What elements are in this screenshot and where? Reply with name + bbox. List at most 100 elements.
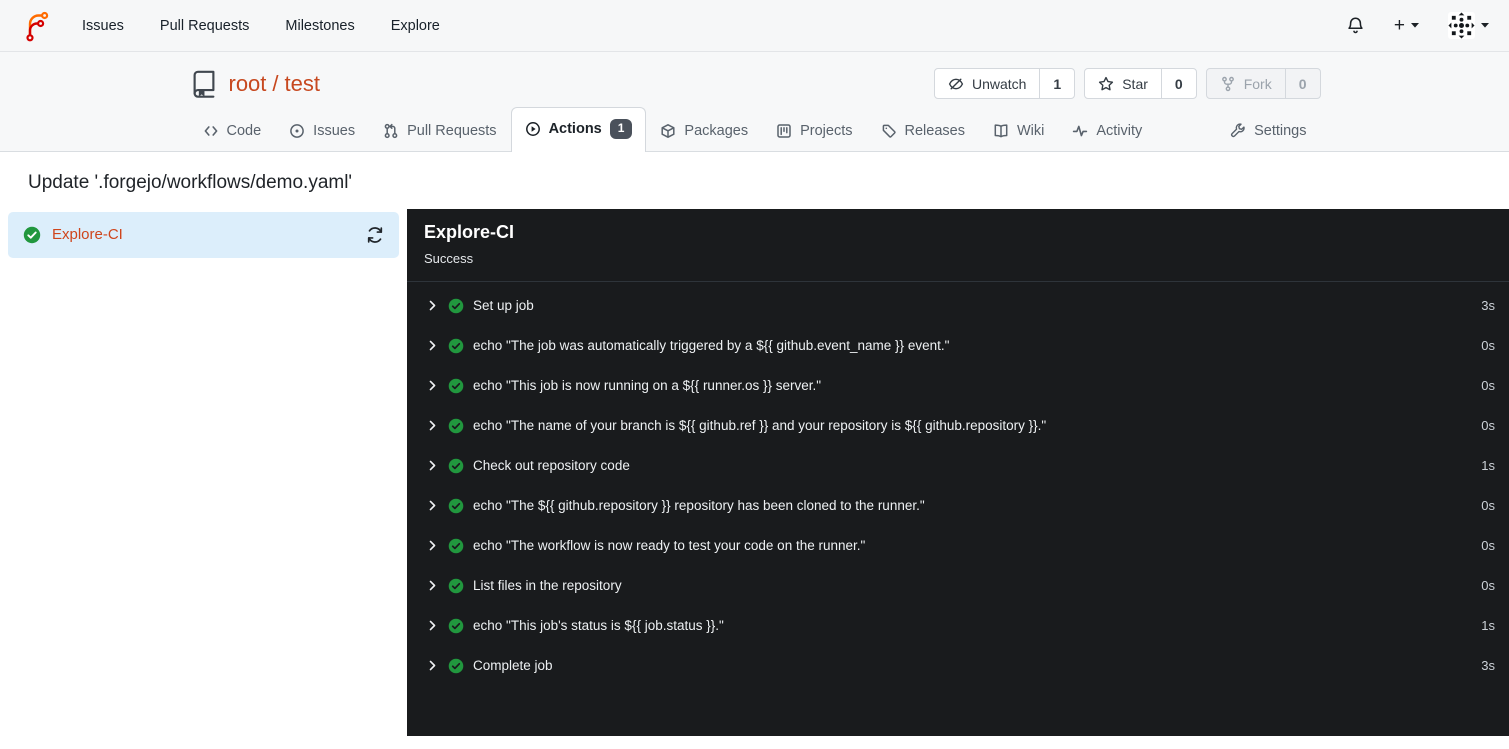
- chevron-right-icon: [429, 340, 436, 351]
- issue-opened-icon: [290, 123, 305, 138]
- check-circle-icon: [448, 618, 464, 633]
- plus-icon: +: [1393, 15, 1405, 36]
- step-name: echo "The ${{ github.repository }} repos…: [473, 498, 925, 514]
- nav-link-explore[interactable]: Explore: [391, 18, 440, 34]
- tab-packages[interactable]: Packages: [646, 111, 762, 151]
- tab-label: Code: [226, 122, 262, 139]
- star-button[interactable]: Star 0: [1084, 68, 1197, 99]
- step-row[interactable]: echo "This job's status is ${{ job.statu…: [407, 606, 1509, 646]
- tab-wiki[interactable]: Wiki: [979, 111, 1058, 151]
- check-circle-icon: [448, 378, 464, 393]
- step-duration: 3s: [1481, 298, 1495, 314]
- user-menu-button[interactable]: [1448, 12, 1489, 39]
- check-circle-icon: [448, 418, 464, 433]
- step-duration: 0s: [1481, 578, 1495, 594]
- wrench-icon: [1231, 122, 1245, 137]
- step-row[interactable]: echo "The ${{ github.repository }} repos…: [407, 486, 1509, 526]
- watchers-count[interactable]: 1: [1039, 69, 1074, 98]
- top-navbar: Issues Pull Requests Milestones Explore …: [0, 0, 1509, 52]
- nav-link-pull-requests[interactable]: Pull Requests: [160, 18, 249, 34]
- chevron-down-icon: [1411, 23, 1419, 28]
- step-name: Complete job: [473, 658, 553, 674]
- chevron-right-icon: [429, 300, 436, 311]
- pulse-icon: [1073, 125, 1088, 136]
- tab-label: Wiki: [1016, 122, 1045, 139]
- step-name: Set up job: [473, 298, 534, 314]
- step-name: echo "The workflow is now ready to test …: [473, 538, 866, 554]
- book-open-icon: [994, 123, 1008, 138]
- repo-tabs: Code Issues Pull Requests Actions 1 Pack…: [189, 107, 1321, 152]
- repo-action-buttons: Unwatch 1 Star 0 Fork 0: [933, 68, 1321, 99]
- job-steps-list: Set up job 3s echo "The job was automati…: [407, 282, 1509, 686]
- user-avatar: [1448, 12, 1475, 39]
- job-log-header: Explore-CI Success: [407, 209, 1509, 282]
- git-pull-request-icon: [384, 123, 398, 138]
- job-item-explore-ci[interactable]: Explore-CI: [8, 211, 399, 258]
- fork-button: Fork 0: [1205, 68, 1321, 99]
- tab-activity[interactable]: Activity: [1058, 111, 1156, 151]
- step-row[interactable]: Complete job 3s: [407, 646, 1509, 686]
- step-duration: 0s: [1481, 498, 1495, 514]
- notifications-bell-icon[interactable]: [1346, 16, 1365, 35]
- tab-issues[interactable]: Issues: [275, 111, 369, 151]
- star-label: Star: [1122, 75, 1148, 92]
- step-row[interactable]: echo "The name of your branch is ${{ git…: [407, 406, 1509, 446]
- fork-label: Fork: [1243, 75, 1272, 92]
- job-log-panel: Explore-CI Success Set up job 3s echo "T…: [407, 208, 1509, 736]
- tag-icon: [882, 124, 896, 138]
- step-duration: 0s: [1481, 418, 1495, 434]
- repo-name-link[interactable]: test: [285, 71, 320, 96]
- create-new-button[interactable]: +: [1394, 16, 1419, 35]
- step-row[interactable]: echo "The job was automatically triggere…: [407, 326, 1509, 366]
- step-name: Check out repository code: [473, 458, 630, 474]
- job-status-text: Success: [424, 250, 474, 266]
- check-circle-icon: [448, 658, 464, 673]
- stars-count[interactable]: 0: [1160, 69, 1196, 98]
- chevron-right-icon: [429, 660, 436, 671]
- tab-label: Actions: [548, 120, 602, 137]
- tab-releases[interactable]: Releases: [867, 111, 979, 151]
- step-duration: 0s: [1481, 538, 1495, 554]
- tab-label: Releases: [904, 122, 965, 139]
- tab-settings[interactable]: Settings: [1216, 111, 1320, 151]
- step-row[interactable]: List files in the repository 0s: [407, 566, 1509, 606]
- chevron-right-icon: [429, 580, 436, 591]
- tab-projects[interactable]: Projects: [762, 111, 866, 151]
- package-icon: [661, 123, 675, 138]
- chevron-right-icon: [429, 380, 436, 391]
- step-row[interactable]: echo "This job is now running on a ${{ r…: [407, 366, 1509, 406]
- repo-breadcrumb: root / test: [229, 71, 321, 97]
- tab-code[interactable]: Code: [189, 111, 276, 151]
- tab-pull-requests[interactable]: Pull Requests: [369, 111, 510, 151]
- nav-link-issues[interactable]: Issues: [82, 18, 124, 34]
- forgejo-logo-icon[interactable]: [20, 10, 52, 42]
- forks-count: 0: [1284, 69, 1320, 98]
- chevron-right-icon: [429, 460, 436, 471]
- step-name: echo "The job was automatically triggere…: [473, 338, 950, 354]
- step-name: echo "This job is now running on a ${{ r…: [473, 378, 822, 394]
- eye-closed-icon: [948, 78, 964, 89]
- tab-label: Pull Requests: [407, 122, 497, 139]
- workflow-run-title: Update '.forgejo/workflows/demo.yaml': [28, 171, 353, 193]
- tab-actions[interactable]: Actions 1: [510, 107, 647, 152]
- step-row[interactable]: Check out repository code 1s: [407, 446, 1509, 486]
- job-name: Explore-CI: [52, 226, 123, 244]
- unwatch-button[interactable]: Unwatch 1: [933, 68, 1076, 99]
- step-row[interactable]: Set up job 3s: [407, 286, 1509, 326]
- star-icon: [1099, 76, 1114, 90]
- rerun-job-icon[interactable]: [366, 226, 384, 244]
- step-row[interactable]: echo "The workflow is now ready to test …: [407, 526, 1509, 566]
- nav-link-milestones[interactable]: Milestones: [285, 18, 354, 34]
- tab-label: Packages: [684, 122, 749, 139]
- chevron-right-icon: [429, 540, 436, 551]
- step-duration: 1s: [1481, 458, 1495, 474]
- play-circle-icon: [525, 121, 540, 136]
- step-duration: 0s: [1481, 338, 1495, 354]
- actions-count-badge: 1: [609, 119, 633, 139]
- project-board-icon: [777, 123, 791, 138]
- check-circle-icon: [23, 226, 41, 243]
- repo-owner-link[interactable]: root: [229, 71, 267, 96]
- step-name: echo "This job's status is ${{ job.statu…: [473, 618, 724, 634]
- fork-icon: [1221, 76, 1234, 91]
- job-log-title: Explore-CI: [424, 221, 515, 242]
